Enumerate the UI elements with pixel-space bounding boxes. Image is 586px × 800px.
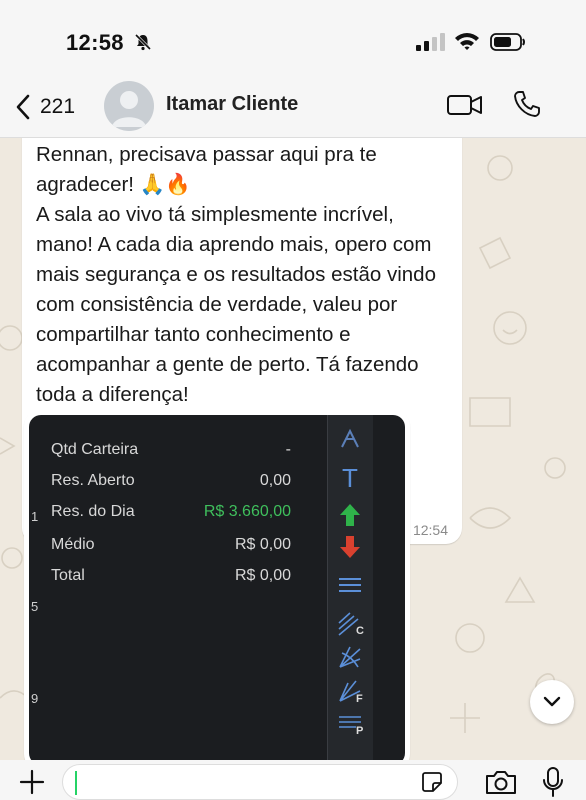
- back-button[interactable]: 221: [14, 90, 75, 124]
- panel-row: Total R$ 0,00: [51, 563, 291, 591]
- arrow-up-icon: [340, 504, 360, 526]
- bell-slash-icon: [134, 33, 152, 51]
- panel-row: Médio R$ 0,00: [51, 532, 291, 560]
- fan-tool-icon: [339, 646, 361, 668]
- panel-label: Qtd Carteira: [51, 441, 139, 458]
- video-call-icon[interactable]: [446, 92, 484, 118]
- panel-row: Qtd Carteira -: [51, 437, 291, 465]
- side-number: 9: [31, 691, 39, 706]
- panel-value: -: [285, 441, 291, 458]
- chart-toolbar: T C F P: [327, 415, 373, 760]
- panel-value: R$ 0,00: [234, 536, 291, 553]
- signal-icon: [416, 33, 445, 51]
- status-bar: 12:58: [0, 0, 586, 78]
- sticker-icon[interactable]: [420, 770, 444, 794]
- battery-icon: [490, 33, 525, 51]
- contact-name[interactable]: Itamar Cliente: [166, 93, 298, 116]
- panel-label: Res. Aberto: [51, 472, 135, 489]
- arrow-down-icon: [340, 536, 360, 558]
- panel-value: R$ 3.660,00: [203, 503, 291, 520]
- unread-count: 221: [40, 95, 76, 118]
- wifi-icon: [455, 33, 479, 50]
- scroll-to-bottom-button[interactable]: [530, 680, 574, 724]
- trading-screenshot[interactable]: 1 5 9 Qtd Carteira - Res. Aberto 0,00 Re…: [29, 415, 405, 760]
- panel-label: Médio: [51, 536, 95, 553]
- phone-icon[interactable]: [512, 89, 542, 119]
- panel-value: R$ 0,00: [234, 567, 291, 584]
- image-message-bubble[interactable]: 1 5 9 Qtd Carteira - Res. Aberto 0,00 Re…: [24, 410, 410, 760]
- panel-label: Res. do Dia: [51, 503, 135, 520]
- panel-row: Res. do Dia R$ 3.660,00: [51, 499, 291, 527]
- tool-letter: C: [356, 625, 364, 637]
- text-tool-icon: T: [342, 463, 358, 493]
- camera-icon[interactable]: [484, 768, 518, 796]
- tool-letter: F: [356, 693, 363, 705]
- panel-row: Res. Aberto 0,00: [51, 468, 291, 496]
- side-number: 5: [31, 599, 39, 614]
- chevron-left-icon: [16, 94, 30, 120]
- chat-area[interactable]: Rennan, precisava passar aqui pra te agr…: [0, 138, 586, 760]
- microphone-icon[interactable]: [542, 766, 564, 798]
- side-number: 1: [31, 509, 39, 524]
- lines-tool-icon: [339, 578, 361, 592]
- avatar-icon: [112, 91, 146, 127]
- crosshair-icon: [341, 428, 359, 448]
- panel-value: 0,00: [259, 472, 291, 489]
- status-time: 12:58: [66, 30, 124, 55]
- chat-header: 221 Itamar Cliente: [0, 78, 586, 138]
- message-text: Rennan, precisava passar aqui pra te agr…: [36, 143, 436, 406]
- tool-letter: P: [356, 725, 364, 737]
- chevron-down-icon: [543, 696, 561, 707]
- message-input[interactable]: [62, 764, 458, 800]
- panel-label: Total: [51, 567, 85, 584]
- plus-icon[interactable]: [18, 768, 46, 796]
- text-cursor: [75, 771, 77, 795]
- avatar[interactable]: [104, 81, 154, 131]
- message-composer: [0, 760, 586, 800]
- message-time: 12:54: [412, 522, 448, 538]
